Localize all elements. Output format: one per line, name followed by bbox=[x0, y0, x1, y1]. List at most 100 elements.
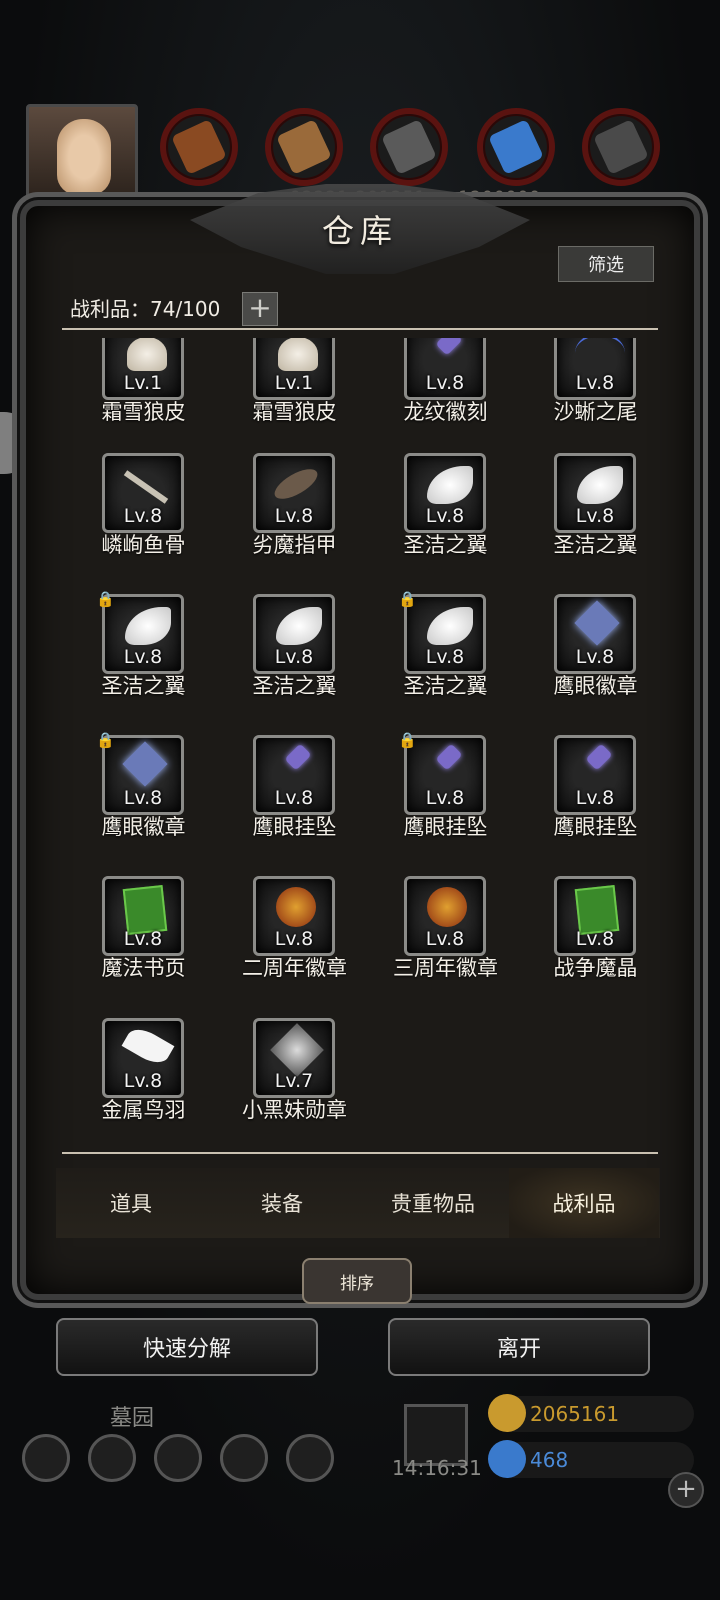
item-level: Lv.1 bbox=[274, 372, 314, 394]
divider bbox=[62, 328, 658, 330]
loot-count: 战利品：74/100 bbox=[70, 297, 221, 321]
location-label: 墓园 bbox=[110, 1406, 155, 1431]
loot-item[interactable]: 🔒 Lv.8 圣洁之翼 bbox=[378, 590, 528, 714]
loot-item[interactable]: 🔒 Lv.8 鹰眼徽章 bbox=[76, 731, 226, 855]
item-level: Lv.8 bbox=[123, 928, 163, 950]
gold-amount: 2065161 bbox=[530, 1402, 620, 1426]
item-level: Lv.8 bbox=[425, 505, 465, 527]
iron-icon[interactable] bbox=[370, 108, 448, 186]
loot-item[interactable]: Lv.8 鹰眼挂坠 bbox=[528, 735, 662, 855]
item-name: 小黑妹勋章 bbox=[242, 1098, 347, 1122]
item-level: Lv.8 bbox=[575, 372, 615, 394]
mail-icon[interactable] bbox=[220, 1434, 268, 1482]
loot-item[interactable]: Lv.8 圣洁之翼 bbox=[528, 453, 662, 573]
item-name: 鹰眼挂坠 bbox=[403, 815, 488, 839]
item-name: 鹰眼徽章 bbox=[553, 674, 638, 698]
map-icon[interactable] bbox=[154, 1434, 202, 1482]
ore-icon[interactable] bbox=[582, 108, 660, 186]
item-level: Lv.8 bbox=[575, 787, 615, 809]
lock-icon: 🔒 bbox=[398, 731, 417, 749]
tab-items[interactable]: 道具 bbox=[56, 1168, 206, 1238]
item-level: Lv.8 bbox=[575, 646, 615, 668]
item-level: Lv.8 bbox=[123, 646, 163, 668]
tab-equipment[interactable]: 装备 bbox=[207, 1168, 357, 1238]
filter-button[interactable]: 筛选 bbox=[558, 246, 654, 282]
loot-item[interactable]: Lv.8 鹰眼挂坠 bbox=[227, 735, 377, 855]
gift-timer: 14:16:31 bbox=[392, 1456, 482, 1480]
lock-icon: 🔒 bbox=[398, 590, 417, 608]
loot-item[interactable]: 🔒 Lv.8 圣洁之翼 bbox=[76, 590, 226, 714]
item-level: Lv.8 bbox=[274, 787, 314, 809]
item-level: Lv.8 bbox=[274, 646, 314, 668]
gem-amount: 468 bbox=[530, 1448, 569, 1472]
loot-item[interactable]: Lv.8 战争魔晶 bbox=[528, 876, 662, 996]
avatar-portrait bbox=[57, 119, 111, 195]
item-name: 金属鸟羽 bbox=[101, 1098, 186, 1122]
item-level: Lv.8 bbox=[123, 787, 163, 809]
loot-item[interactable]: Lv.8 鹰眼徽章 bbox=[528, 594, 662, 714]
item-name: 霜雪狼皮 bbox=[252, 400, 337, 424]
item-name: 霜雪狼皮 bbox=[101, 400, 186, 424]
item-level: Lv.8 bbox=[425, 928, 465, 950]
loot-item[interactable]: Lv.8 二周年徽章 bbox=[227, 876, 377, 996]
item-level: Lv.8 bbox=[274, 928, 314, 950]
item-level: Lv.1 bbox=[123, 372, 163, 394]
sort-button[interactable]: 排序 bbox=[302, 1258, 412, 1304]
lock-icon: 🔒 bbox=[96, 731, 115, 749]
loot-item[interactable]: Lv.1 霜雪狼皮 bbox=[76, 338, 226, 440]
item-name: 鹰眼挂坠 bbox=[252, 815, 337, 839]
add-gems-button[interactable]: + bbox=[668, 1472, 704, 1508]
loot-item[interactable]: Lv.8 圣洁之翼 bbox=[378, 453, 528, 573]
loot-item[interactable]: Lv.8 劣魔指甲 bbox=[227, 453, 377, 573]
wood-icon[interactable] bbox=[265, 108, 343, 186]
crystal-icon[interactable] bbox=[477, 108, 555, 186]
gem-icon bbox=[488, 1440, 526, 1478]
loot-item[interactable]: Lv.1 霜雪狼皮 bbox=[227, 338, 377, 440]
loot-item[interactable]: Lv.8 嶙峋鱼骨 bbox=[76, 453, 226, 573]
leather-icon[interactable] bbox=[160, 108, 238, 186]
item-name: 圣洁之翼 bbox=[252, 674, 337, 698]
item-name: 魔法书页 bbox=[101, 956, 186, 980]
item-level: Lv.8 bbox=[425, 787, 465, 809]
item-name: 三周年徽章 bbox=[393, 956, 498, 980]
leave-button[interactable]: 离开 bbox=[388, 1318, 650, 1376]
item-level: Lv.8 bbox=[425, 372, 465, 394]
quick-decompose-button[interactable]: 快速分解 bbox=[56, 1318, 318, 1376]
loot-item[interactable]: Lv.8 三周年徽章 bbox=[378, 876, 528, 996]
item-name: 鹰眼徽章 bbox=[101, 815, 186, 839]
loot-item[interactable]: Lv.8 龙纹徽刻 bbox=[378, 338, 528, 440]
item-name: 嶙峋鱼骨 bbox=[101, 533, 186, 557]
item-name: 圣洁之翼 bbox=[403, 533, 488, 557]
gold-coin-icon bbox=[488, 1394, 526, 1432]
item-level: Lv.8 bbox=[274, 505, 314, 527]
loot-item[interactable]: Lv.8 金属鸟羽 bbox=[76, 1018, 226, 1138]
item-level: Lv.7 bbox=[274, 1070, 314, 1092]
item-name: 圣洁之翼 bbox=[101, 674, 186, 698]
loot-item[interactable]: Lv.8 魔法书页 bbox=[76, 876, 226, 996]
tab-loot[interactable]: 战利品 bbox=[509, 1168, 659, 1238]
item-level: Lv.8 bbox=[425, 646, 465, 668]
loot-item[interactable]: Lv.8 圣洁之翼 bbox=[227, 594, 377, 714]
item-level: Lv.8 bbox=[575, 505, 615, 527]
item-level: Lv.8 bbox=[575, 928, 615, 950]
player-avatar[interactable] bbox=[26, 104, 138, 204]
loot-item[interactable]: Lv.7 小黑妹勋章 bbox=[227, 1018, 377, 1138]
loot-item[interactable]: Lv.8 沙蜥之尾 bbox=[528, 338, 662, 440]
item-name: 圣洁之翼 bbox=[553, 533, 638, 557]
item-grid: Lv.1 霜雪狼皮 Lv.1 霜雪狼皮 Lv.8 龙纹徽刻 Lv.8 沙蜥之尾 Lv.8 嶙峋鱼骨… bbox=[62, 338, 662, 1173]
divider bbox=[62, 1152, 658, 1154]
tab-valuables[interactable]: 贵重物品 bbox=[358, 1168, 508, 1238]
item-level: Lv.8 bbox=[123, 1070, 163, 1092]
item-name: 二周年徽章 bbox=[242, 956, 347, 980]
chat-icon[interactable] bbox=[286, 1434, 334, 1482]
item-name: 沙蜥之尾 bbox=[553, 400, 638, 424]
loot-item[interactable]: 🔒 Lv.8 鹰眼挂坠 bbox=[378, 731, 528, 855]
item-name: 战争魔晶 bbox=[553, 956, 638, 980]
item-name: 龙纹徽刻 bbox=[403, 400, 488, 424]
item-level: Lv.8 bbox=[123, 505, 163, 527]
settings-icon[interactable] bbox=[22, 1434, 70, 1482]
guild-icon[interactable] bbox=[88, 1434, 136, 1482]
expand-capacity-button[interactable]: + bbox=[242, 292, 278, 326]
lock-icon: 🔒 bbox=[96, 590, 115, 608]
item-name: 圣洁之翼 bbox=[403, 674, 488, 698]
